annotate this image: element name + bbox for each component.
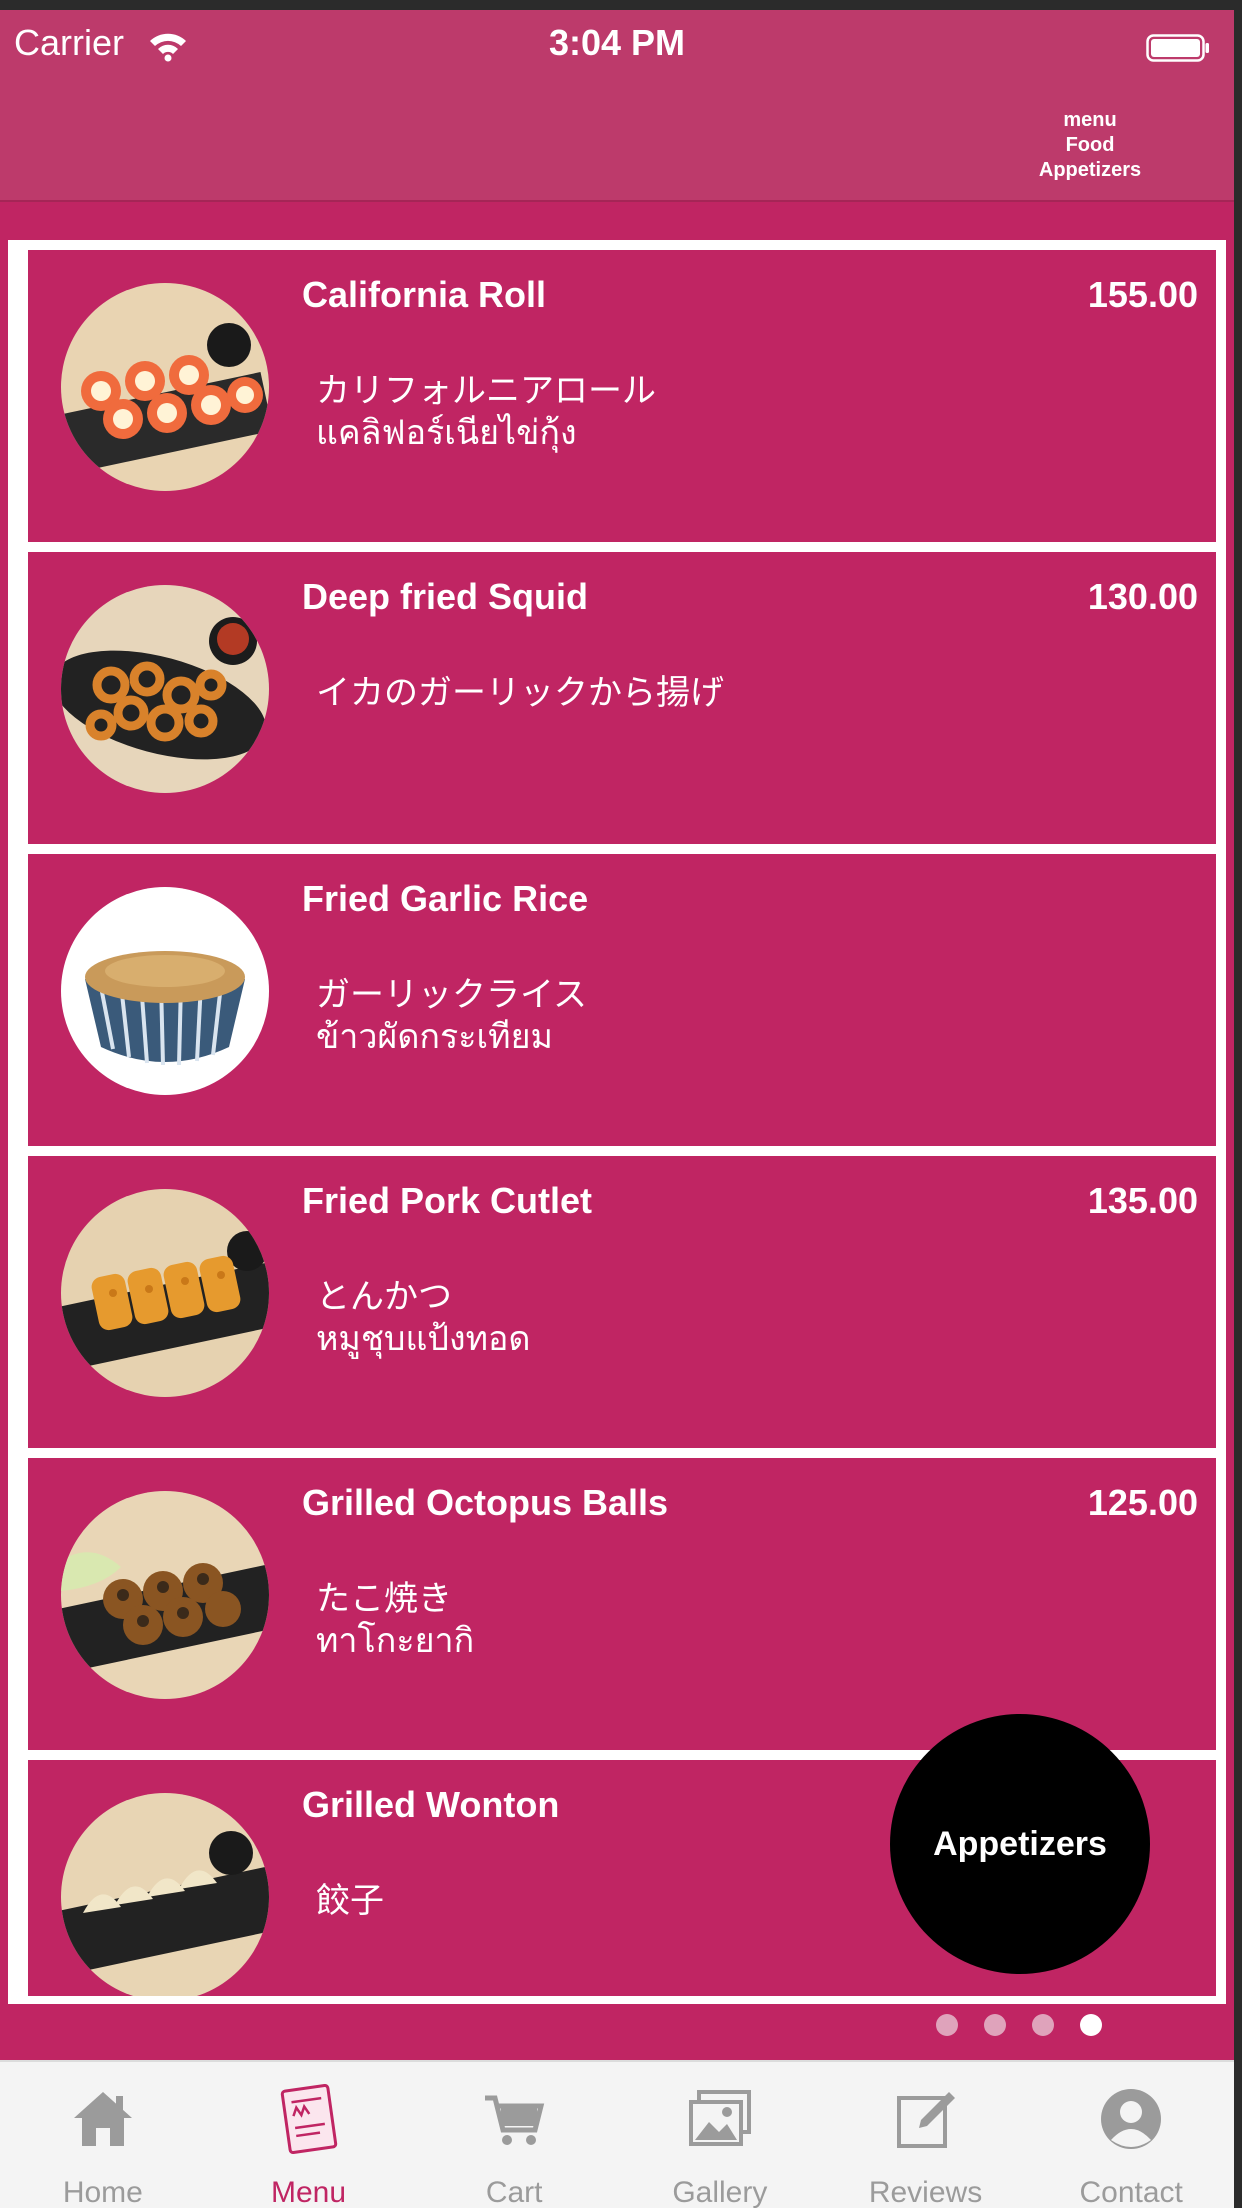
tab-label: Reviews [868,2176,983,2208]
tab-contact[interactable]: Contact [1028,2062,1234,2208]
category-fab-button[interactable]: Appetizers [890,1714,1150,1974]
tab-cart[interactable]: Cart [411,2062,617,2208]
menu-item-card[interactable]: Fried Garlic Rice ガーリックライス ข้าวผัดกระเที… [28,854,1216,1146]
item-subtitle-jp: ガーリックライス [316,976,587,1014]
tab-gallery[interactable]: Gallery [617,2062,823,2208]
item-subtitle: ガーリックライス ข้าวผัดกระเทียม [316,974,587,1058]
fried-pork-cutlet-image [61,1189,269,1397]
tab-bar: Home Menu Cart Gallery Reviews Contact [0,2060,1234,2208]
cart-icon [485,2095,545,2145]
page-dot[interactable] [984,2014,1006,2036]
menu-book-icon [280,2084,337,2154]
item-subtitle: とんかつ หมูชุบแป้งทอด [316,1276,531,1360]
deep-fried-squid-image [61,585,269,793]
item-subtitle-jp: カリフォルニアロール [316,372,656,410]
screen-edge-top [0,0,1242,10]
grilled-octopus-balls-image [61,1491,269,1699]
battery-icon [1146,34,1209,62]
item-name: Grilled Octopus Balls [302,1482,669,1523]
item-subtitle: たこ焼き ทาโกะยากิ [316,1578,474,1662]
item-subtitle: カリフォルニアロール แคลิฟอร์เนียไข่กุ้ง [316,370,656,454]
item-name: Grilled Wonton [302,1784,560,1825]
item-subtitle-jp: イカのガーリックから揚げ [316,674,724,712]
tab-menu[interactable]: Menu [206,2062,412,2208]
gallery-icon [688,2090,751,2146]
status-bar: Carrier 3:04 PM [0,10,1234,72]
item-subtitle-th: ข้าวผัดกระเทียม [316,1018,553,1056]
tab-reviews[interactable]: Reviews [823,2062,1029,2208]
breadcrumb-item-food[interactable]: Food [1010,133,1170,158]
breadcrumb-item-appetizers[interactable]: Appetizers [1010,158,1170,183]
tab-label: Menu [270,2176,347,2208]
tab-label: Gallery [672,2176,768,2208]
menu-item-card[interactable]: California Roll 155.00 カリフォルニアロール แคลิฟอ… [28,250,1216,542]
item-name: Deep fried Squid [302,576,589,617]
menu-item-card[interactable]: Deep fried Squid 130.00 イカのガーリックから揚げ [28,552,1216,844]
tab-home[interactable]: Home [0,2062,206,2208]
tab-label: Home [62,2176,143,2208]
app-screen: menu Food Appetizers Carrier 3:04 PM Cal… [0,0,1242,2208]
page-dot-active[interactable] [1080,2014,1102,2036]
fried-garlic-rice-image [61,887,269,1095]
item-subtitle-th: ทาโกะยากิ [316,1622,475,1660]
item-subtitle-jp: 餃子 [316,1882,384,1920]
item-price: 135.00 [1087,1180,1198,1221]
page-dot[interactable] [1032,2014,1054,2036]
edit-icon [896,2092,955,2148]
grilled-wonton-image [61,1793,269,1996]
breadcrumb-item-menu[interactable]: menu [1010,108,1170,133]
item-subtitle: 餃子 [316,1880,384,1922]
person-icon [1101,2089,1162,2149]
item-name: Fried Garlic Rice [302,878,589,919]
breadcrumb: menu Food Appetizers [1010,108,1170,183]
page-dot[interactable] [936,2014,958,2036]
menu-item-card[interactable]: Grilled Octopus Balls 125.00 たこ焼き ทาโกะย… [28,1458,1216,1750]
item-price: 125.00 [1087,1482,1198,1523]
page-indicator[interactable] [936,2014,1102,2038]
item-subtitle-th: หมูชุบแป้งทอด [316,1320,531,1358]
tab-label: Contact [1079,2176,1183,2208]
item-name: California Roll [302,274,547,315]
item-subtitle: イカのガーリックから揚げ [316,672,724,714]
item-price: 130.00 [1087,576,1198,617]
tab-label: Cart [485,2176,543,2208]
item-name: Fried Pork Cutlet [302,1180,593,1221]
item-subtitle-jp: とんかつ [316,1278,452,1316]
menu-item-card[interactable]: Fried Pork Cutlet 135.00 とんかつ หมูชุบแป้ง… [28,1156,1216,1448]
california-roll-image [61,283,269,491]
screen-edge-right [1234,0,1242,2208]
item-subtitle-jp: たこ焼き [316,1580,452,1618]
item-price: 155.00 [1087,274,1198,315]
home-icon [73,2092,132,2146]
status-time: 3:04 PM [548,22,686,63]
item-subtitle-th: แคลิฟอร์เนียไข่กุ้ง [316,414,577,452]
